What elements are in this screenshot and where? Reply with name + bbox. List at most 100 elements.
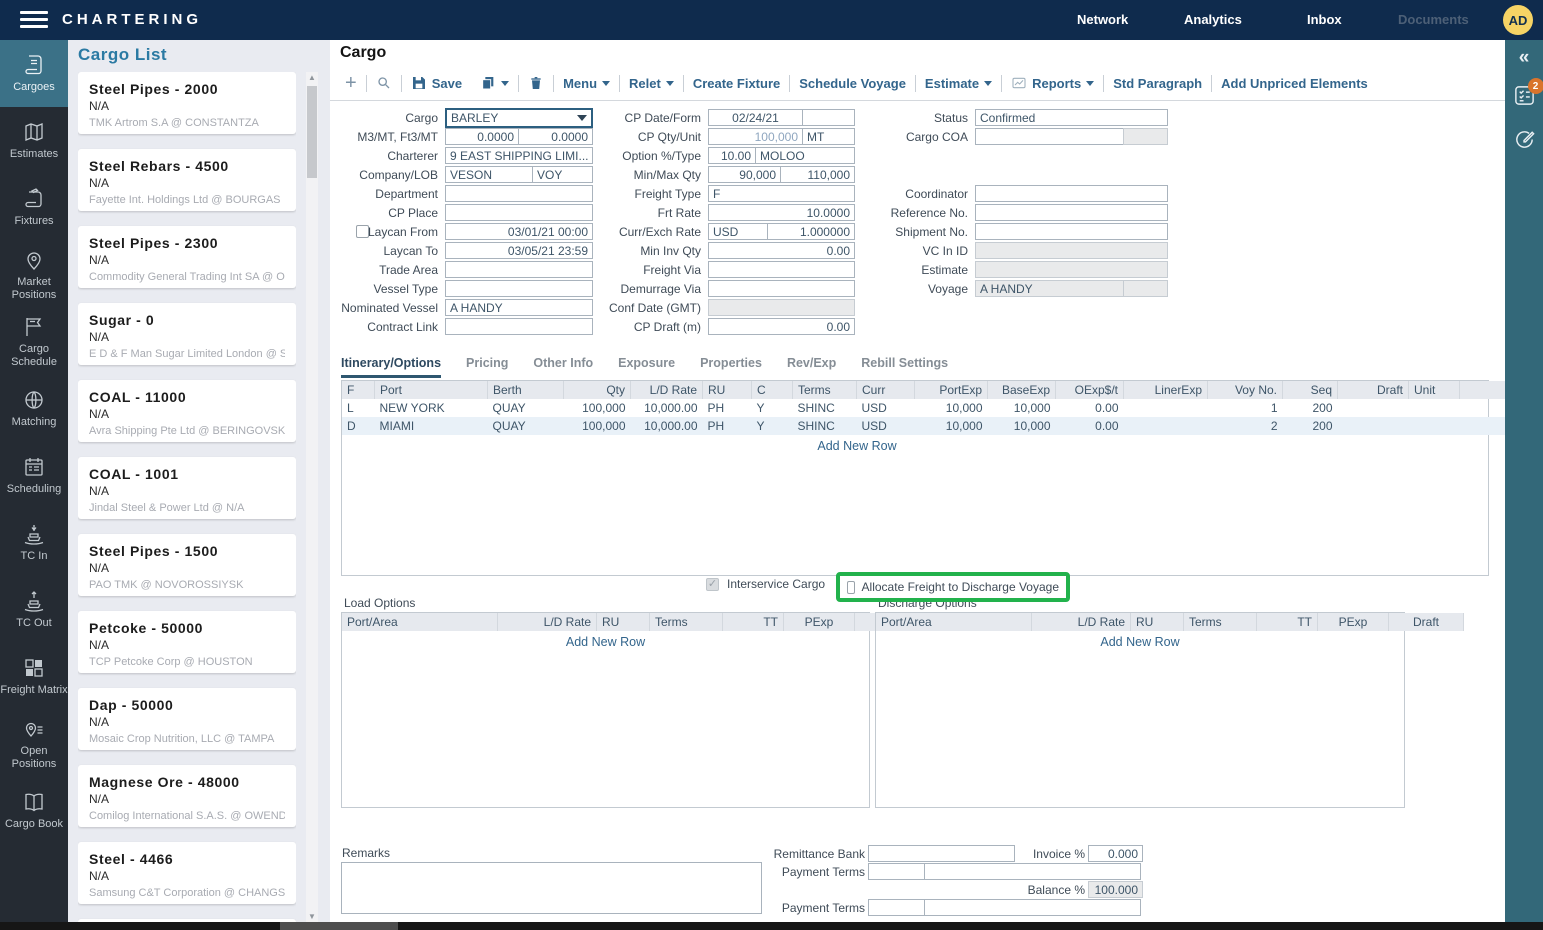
hamburger-menu-icon[interactable] [20,11,48,29]
tab[interactable]: Rev/Exp [787,356,836,378]
sidebar-item-tc-out[interactable]: TC Out [0,576,68,643]
cargo-card[interactable]: Steel Pipes - 2300 N/A Commodity General… [78,226,296,288]
table-row[interactable]: DMIAMIQUAY100,00010,000.00PHYSHINCUSD10,… [342,417,1543,435]
sidebar-item-open-positions[interactable]: Open Positions [0,710,68,777]
nav-inbox[interactable]: Inbox [1307,12,1342,27]
scrollbar-thumb[interactable] [307,86,317,178]
ft3mt-field[interactable]: 0.0000 [518,128,593,145]
column-header[interactable]: Seq [1283,381,1338,399]
nav-analytics[interactable]: Analytics [1184,12,1242,27]
column-header[interactable]: Terms [793,381,857,399]
freight-via-field[interactable] [708,261,855,278]
add-new-row-link[interactable]: Add New Row [876,631,1404,649]
column-header[interactable]: Voy No. [1208,381,1283,399]
option-pct-field[interactable]: 10.00 [708,147,756,164]
column-header[interactable]: TT [723,613,784,631]
sidebar-item-cargo-book[interactable]: Cargo Book [0,777,68,844]
tab[interactable]: Pricing [466,356,508,378]
cargo-card[interactable]: Magnese Ore - 48000 N/A Comilog Internat… [78,765,296,827]
delete-button[interactable] [519,75,553,91]
column-header[interactable]: Port/Area [342,613,498,631]
tasks-button[interactable]: 2 [1513,84,1536,112]
sidebar-item-scheduling[interactable]: Scheduling [0,442,68,509]
freight-type-field[interactable]: F [708,185,855,202]
schedule-voyage-button[interactable]: Schedule Voyage [790,76,915,91]
cp-place-field[interactable] [445,204,593,221]
department-field[interactable] [445,185,593,202]
column-header[interactable]: OExp$/t [1056,381,1124,399]
column-header[interactable]: BaseExp [988,381,1056,399]
column-header[interactable]: Berth [488,381,564,399]
relet-button[interactable]: Relet [620,76,683,91]
column-header[interactable]: LinerExp [1124,381,1208,399]
vessel-type-field[interactable] [445,280,593,297]
charterer-field[interactable]: 9 EAST SHIPPING LIMI... [445,147,593,164]
reports-button[interactable]: Reports [1002,75,1103,91]
sidebar-item-estimates[interactable]: Estimates [0,107,68,174]
copy-button[interactable] [471,75,518,91]
add-unpriced-elements-button[interactable]: Add Unpriced Elements [1212,76,1377,91]
column-header[interactable]: PExp [784,613,855,631]
sidebar-item-tc-in[interactable]: TC In [0,509,68,576]
shipment-no-field[interactable] [975,223,1168,240]
cp-form-field[interactable] [802,109,855,126]
sidebar-item-fixtures[interactable]: Fixtures [0,174,68,241]
scroll-up-icon[interactable]: ▲ [306,72,318,83]
table-row[interactable]: LNEW YORKQUAY100,00010,000.00PHYSHINCUSD… [342,399,1543,417]
cp-draft-field[interactable]: 0.00 [708,318,855,335]
column-header[interactable]: Terms [1184,613,1257,631]
column-header[interactable]: Qty [564,381,631,399]
cargo-select[interactable]: BARLEY [445,108,593,128]
column-header[interactable]: PExp [1318,613,1389,631]
cargo-card[interactable]: Steel - 4466 N/A Samsung C&T Corporation… [78,842,296,904]
status-field[interactable]: Confirmed [975,109,1168,126]
cargo-card[interactable]: COAL - 1001 N/A Jindal Steel & Power Ltd… [78,457,296,519]
cargo-card[interactable]: COAL - 11000 N/A Avra Shipping Pte Ltd @… [78,380,296,442]
cp-unit-field[interactable]: MT [802,128,855,145]
compose-button[interactable] [1513,128,1536,156]
column-header[interactable]: RU [597,613,650,631]
column-header[interactable]: C [752,381,793,399]
m3mt-field[interactable]: 0.0000 [445,128,519,145]
column-header[interactable]: L/D Rate [498,613,597,631]
payment-terms2-code-field[interactable] [868,899,925,916]
sidebar-item-market-positions[interactable]: Market Positions [0,241,68,308]
payment-terms-code-field[interactable] [868,863,925,880]
remarks-textarea[interactable] [341,862,762,914]
column-header[interactable]: Port [375,381,488,399]
cargo-card[interactable]: Petcoke - 50000 N/A TCP Petcoke Corp @ H… [78,611,296,673]
contract-link-field[interactable] [445,318,593,335]
company-field[interactable]: VESON [445,166,533,183]
trade-area-field[interactable] [445,261,593,278]
column-header[interactable]: L/D Rate [631,381,703,399]
column-header[interactable]: L/D Rate [1032,613,1131,631]
cargo-coa-field[interactable] [975,128,1124,145]
tab[interactable]: Itinerary/Options [341,356,441,378]
cargo-card[interactable]: Dap - 50000 N/A Mosaic Crop Nutrition, L… [78,688,296,750]
scrollbar-thumb[interactable] [280,922,398,930]
allocate-freight-checkbox[interactable] [847,581,855,594]
add-button[interactable]: + [336,72,366,95]
exch-rate-field[interactable]: 1.000000 [767,223,855,240]
add-new-row-link[interactable]: Add New Row [342,631,869,649]
tab[interactable]: Exposure [618,356,675,378]
payment-terms-desc-field[interactable] [924,863,1141,880]
nav-network[interactable]: Network [1077,12,1128,27]
tab[interactable]: Rebill Settings [861,356,948,378]
column-header[interactable]: Unit [1409,381,1460,399]
option-type-field[interactable]: MOLOO [755,147,855,164]
cargo-card[interactable]: Sugar - 0 N/A E D & F Man Sugar Limited … [78,303,296,365]
create-fixture-button[interactable]: Create Fixture [684,76,789,91]
coordinator-field[interactable] [975,185,1168,202]
sidebar-item-cargoes[interactable]: Cargoes [0,40,68,107]
menu-button[interactable]: Menu [554,76,619,91]
column-header[interactable]: TT [1257,613,1318,631]
min-qty-field[interactable]: 90,000 [708,166,781,183]
tab[interactable]: Other Info [533,356,593,378]
frt-rate-field[interactable]: 10.0000 [708,204,855,221]
estimate-button[interactable]: Estimate [916,76,1001,91]
remittance-bank-field[interactable] [868,845,1015,862]
reference-no-field[interactable] [975,204,1168,221]
sidebar-item-freight-matrix[interactable]: Freight Matrix [0,643,68,710]
column-header[interactable]: Curr [857,381,915,399]
